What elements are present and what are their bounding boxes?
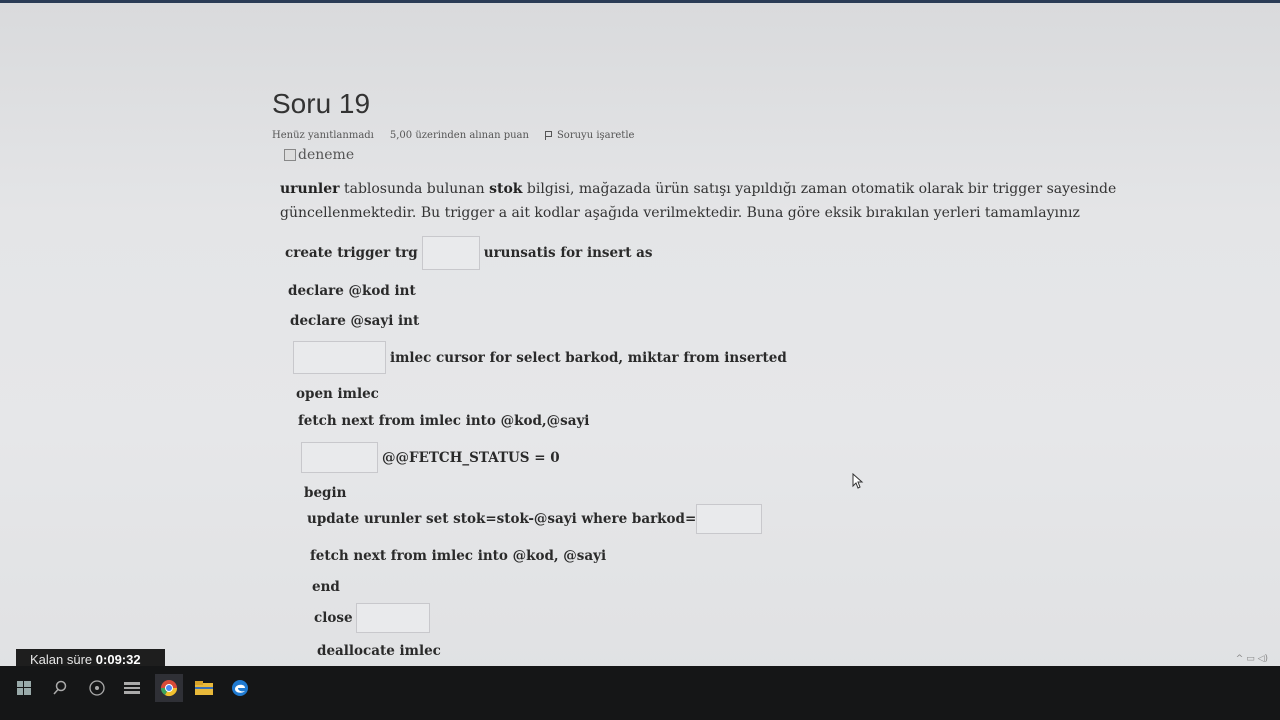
word-urunler: urunler bbox=[280, 181, 340, 197]
code-line-5: open imlec bbox=[296, 386, 379, 402]
question-content: Soru 19 Henüz yanıtlanmadı 5,00 üzerinde… bbox=[272, 88, 1132, 225]
flag-icon bbox=[544, 131, 553, 140]
code-line-1: create trigger trg urunsatis for insert … bbox=[285, 236, 652, 270]
word-stok: stok bbox=[489, 181, 523, 197]
code-text: end bbox=[312, 579, 340, 595]
multitask-icon[interactable] bbox=[120, 676, 144, 700]
windows-icon[interactable] bbox=[12, 676, 36, 700]
code-text: deallocate imlec bbox=[317, 643, 441, 659]
code-text: open imlec bbox=[296, 386, 379, 402]
system-tray[interactable]: ^ ▭ ◁) bbox=[1236, 654, 1268, 664]
taskbar bbox=[0, 666, 1280, 720]
question-title: Soru 19 bbox=[272, 88, 371, 119]
code-text: begin bbox=[304, 485, 347, 501]
blank-input-2[interactable] bbox=[293, 341, 386, 374]
blank-input-3[interactable] bbox=[301, 442, 378, 473]
code-line-9: update urunler set stok=stok-@sayi where… bbox=[307, 504, 763, 534]
code-text: imlec cursor for select barkod, miktar f… bbox=[390, 349, 787, 366]
question-info: Henüz yanıtlanmadı 5,00 üzerinden alınan… bbox=[272, 130, 1132, 141]
code-line-8: begin bbox=[304, 485, 346, 501]
task-view-icon[interactable] bbox=[85, 676, 109, 700]
code-line-4: imlec cursor for select barkod, miktar f… bbox=[293, 341, 787, 374]
code-text: create trigger trg bbox=[285, 245, 418, 261]
image-alt-text: deneme bbox=[298, 147, 355, 163]
blank-input-5[interactable] bbox=[355, 603, 430, 633]
code-line-13: deallocate imlec bbox=[317, 643, 441, 659]
search-icon[interactable] bbox=[48, 676, 72, 700]
timer-value: 0:09:32 bbox=[95, 652, 141, 667]
code-line-2: declare @kod int bbox=[288, 283, 416, 299]
code-line-12: close bbox=[314, 603, 430, 633]
code-text: urunsatis for insert as bbox=[483, 245, 653, 261]
code-line-7: @@FETCH_STATUS = 0 bbox=[301, 442, 560, 473]
code-text: @@FETCH_STATUS = 0 bbox=[382, 449, 560, 466]
chrome-icon[interactable] bbox=[155, 674, 183, 702]
mouse-cursor-icon bbox=[852, 473, 864, 489]
timer-label: Kalan süre bbox=[30, 652, 93, 667]
code-text: fetch next from imlec into @kod, @sayi bbox=[310, 548, 607, 564]
code-text: declare @sayi int bbox=[290, 313, 420, 329]
edge-icon[interactable] bbox=[228, 676, 252, 700]
code-line-10: fetch next from imlec into @kod, @sayi bbox=[310, 548, 606, 564]
browser-top-edge bbox=[0, 0, 1280, 3]
code-line-11: end bbox=[312, 579, 340, 595]
question-text: urunler tablosunda bulunan stok bilgisi,… bbox=[280, 177, 1132, 225]
blank-input-1[interactable] bbox=[421, 236, 480, 270]
screen: Soru 19 Henüz yanıtlanmadı 5,00 üzerinde… bbox=[0, 0, 1280, 720]
code-text: close bbox=[314, 610, 353, 626]
code-text: declare @kod int bbox=[288, 283, 416, 299]
code-line-3: declare @sayi int bbox=[290, 313, 419, 329]
code-text: update urunler set stok=stok-@sayi where… bbox=[307, 511, 697, 527]
question-points: 5,00 üzerinden alınan puan bbox=[389, 130, 529, 141]
question-status: Henüz yanıtlanmadı bbox=[272, 130, 374, 141]
code-line-6: fetch next from imlec into @kod,@sayi bbox=[298, 413, 589, 429]
blank-input-4[interactable] bbox=[696, 504, 763, 534]
code-text: fetch next from imlec into @kod,@sayi bbox=[298, 413, 590, 429]
flag-question-link[interactable]: Soruyu işaretle bbox=[544, 130, 635, 141]
file-explorer-icon[interactable] bbox=[192, 676, 216, 700]
question-image: deneme bbox=[284, 147, 1132, 163]
question-text-part1: tablosunda bulunan bbox=[339, 181, 490, 197]
broken-image-icon bbox=[284, 149, 296, 161]
flag-question-label: Soruyu işaretle bbox=[556, 130, 635, 141]
